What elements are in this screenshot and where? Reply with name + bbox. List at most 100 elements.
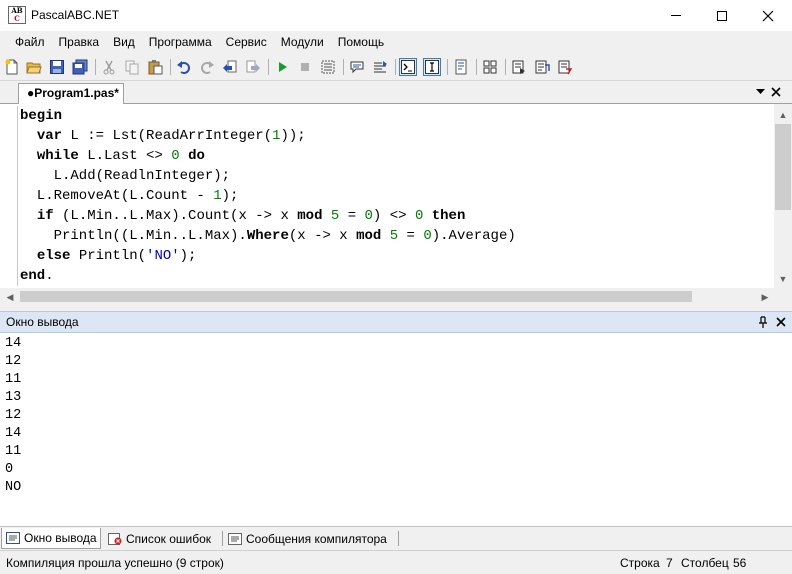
save-all-button[interactable] [71,58,89,76]
tab-program1[interactable]: ●Program1.pas* [18,83,124,104]
chevron-right-icon: ▶ [761,291,769,302]
toolbar-separator [476,59,477,75]
redo-button[interactable] [198,58,216,76]
scroll-down-button[interactable]: ▼ [776,272,790,286]
close-panel-button[interactable] [774,315,788,329]
step-into-button[interactable] [533,58,551,76]
tab-error-list-label: Список ошибок [126,531,212,546]
insert-button[interactable] [481,58,499,76]
toolbar-separator [505,59,506,75]
code-line: L.RemoveAt(L.Count - 1); [20,188,239,204]
code-text[interactable]: begin var L := Lst(ReadArrInteger(1)); w… [20,106,516,286]
document-button[interactable] [452,58,470,76]
output-line: 11 [5,444,22,459]
paste-button[interactable] [146,58,164,76]
close-button[interactable] [745,0,791,31]
close-icon [771,87,781,97]
chevron-up-icon: ▲ [778,110,788,120]
scroll-right-button[interactable]: ▶ [758,290,772,304]
output-line: 12 [5,354,22,369]
debug-run-button[interactable] [510,58,528,76]
menu-help[interactable]: Помощь [331,31,391,54]
toolbar-separator [447,59,448,75]
compile-icon [321,60,335,74]
editor-horizontal-scroll-thumb[interactable] [20,291,692,302]
document-icon [455,59,467,75]
status-column-value: 56 [733,556,747,570]
comment-icon [350,61,364,74]
tab-list-button[interactable] [753,85,767,99]
tab-compiler-messages[interactable]: Сообщения компилятора [224,528,387,549]
output-window-icon [6,532,20,544]
output-panel-title: Окно вывода [6,315,79,329]
tab-error-list[interactable]: Список ошибок [104,528,211,549]
uncomment-button[interactable] [371,58,389,76]
maximize-icon [717,10,727,21]
tab-separator [222,531,223,546]
minimize-button[interactable] [653,0,699,31]
step-over-icon [558,60,573,75]
output-text: 14 12 11 13 12 14 11 0 NO [5,335,21,497]
tab-compiler-messages-label: Сообщения компилятора [246,531,387,546]
compiler-messages-icon [228,532,242,545]
toolbar-separator [395,59,396,75]
code-line: while L.Last <> 0 do [36,148,205,164]
maximize-button[interactable] [699,0,745,31]
output-line: 12 [5,408,22,423]
editor-vertical-scroll-thumb[interactable] [775,124,791,210]
save-icon [50,60,64,74]
step-over-button[interactable] [556,58,574,76]
stop-button[interactable] [296,58,314,76]
output-panel-header: Окно вывода [0,311,792,333]
menu-view[interactable]: Вид [106,31,142,54]
navigate-forward-button[interactable] [244,58,262,76]
output-line: 14 [5,336,22,351]
pin-panel-button[interactable] [756,315,770,329]
code-line: begin [20,108,63,124]
chevron-down-icon [755,89,765,94]
menu-file[interactable]: Файл [8,31,52,54]
code-line: var L := Lst(ReadArrInteger(1)); [36,128,306,144]
status-row-label: Строка [620,556,660,570]
menu-edit[interactable]: Правка [52,31,107,54]
menu-service[interactable]: Сервис [219,31,274,54]
console-toggle-button[interactable] [399,58,417,76]
run-icon [279,62,287,72]
scroll-left-button[interactable]: ◀ [3,290,17,304]
toolbar-separator [170,59,171,75]
window-title: PascalABC.NET [31,8,120,22]
code-editor[interactable]: begin var L := Lst(ReadArrInteger(1)); w… [0,104,792,288]
run-button[interactable] [273,58,291,76]
copy-button[interactable] [123,58,141,76]
undo-button[interactable] [175,58,193,76]
output-panel[interactable]: 14 12 11 13 12 14 11 0 NO [0,333,792,526]
code-line: else Println('NO'); [36,248,197,264]
menu-program[interactable]: Программа [142,31,219,54]
open-button[interactable] [25,58,43,76]
status-column-label: Столбец [681,556,729,570]
close-tab-button[interactable] [769,85,783,99]
debug-run-icon [512,60,525,74]
tab-output-window[interactable]: Окно вывода [1,528,101,549]
code-line: Println((L.Min..L.Max).Where(x -> x mod … [20,228,516,244]
new-file-button[interactable] [3,58,21,76]
menu-modules[interactable]: Модули [274,31,331,54]
comment-button[interactable] [348,58,366,76]
editor-tab-strip: ●Program1.pas* [0,81,792,104]
open-folder-icon [26,62,42,74]
text-toggle-button[interactable] [423,58,441,76]
scroll-up-button[interactable]: ▲ [776,108,790,122]
cut-button[interactable] [100,58,118,76]
error-list-icon [108,532,122,545]
toolbar-separator [268,59,269,75]
bottom-panel-tabs: Окно вывода Список ошибок Сообщения комп… [0,526,792,550]
copy-icon [125,60,139,75]
app-icon: AB C [8,6,26,24]
toolbar-separator [343,59,344,75]
save-all-icon [72,59,88,75]
save-button[interactable] [48,58,66,76]
compile-button[interactable] [319,58,337,76]
code-line: end. [20,268,54,284]
navigate-back-button[interactable] [221,58,239,76]
menu-bar: Файл Правка Вид Программа Сервис Модули … [0,31,792,54]
